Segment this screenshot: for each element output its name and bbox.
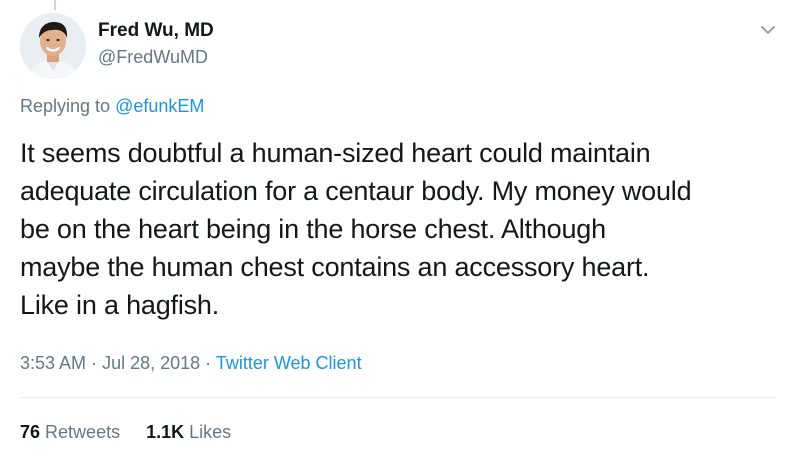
retweets-stat[interactable]: 76 Retweets [20, 422, 120, 442]
tweet-text-line: Like in a hagfish. [20, 290, 220, 320]
tweet-text-line: It seems doubtful a human-sized heart co… [20, 138, 651, 168]
meta-separator: · [91, 353, 98, 373]
meta-separator: · [205, 353, 212, 373]
tweet-text-line: adequate circulation for a centaur body.… [20, 176, 692, 206]
tweet-text-line: maybe the human chest contains an access… [20, 252, 650, 282]
tweet-text: It seems doubtful a human-sized heart co… [20, 134, 780, 324]
retweets-count: 76 [20, 422, 41, 442]
likes-label: Likes [189, 422, 232, 442]
retweets-label: Retweets [45, 422, 121, 442]
tweet-time[interactable]: 3:53 AM [20, 353, 86, 373]
divider [20, 397, 776, 398]
author-name[interactable]: Fred Wu, MD [98, 20, 214, 42]
author-handle[interactable]: @FredWuMD [98, 47, 208, 68]
avatar-photo [20, 13, 86, 79]
tweet-client-link[interactable]: Twitter Web Client [216, 353, 362, 373]
replying-to-label: Replying to [20, 96, 111, 116]
likes-stat[interactable]: 1.1K Likes [146, 422, 231, 442]
thread-connector-line [54, 0, 56, 10]
tweet-date[interactable]: Jul 28, 2018 [102, 353, 200, 373]
likes-count: 1.1K [146, 422, 185, 442]
replying-to: Replying to @efunkEM [20, 96, 204, 117]
reply-mention-link[interactable]: @efunkEM [115, 96, 204, 116]
avatar[interactable] [20, 13, 86, 79]
tweet-metadata: 3:53 AM · Jul 28, 2018 · Twitter Web Cli… [20, 353, 362, 374]
chevron-down-icon[interactable] [756, 20, 780, 40]
tweet-stats: 76 Retweets 1.1K Likes [20, 422, 231, 443]
tweet-text-line: be on the heart being in the horse chest… [20, 214, 606, 244]
